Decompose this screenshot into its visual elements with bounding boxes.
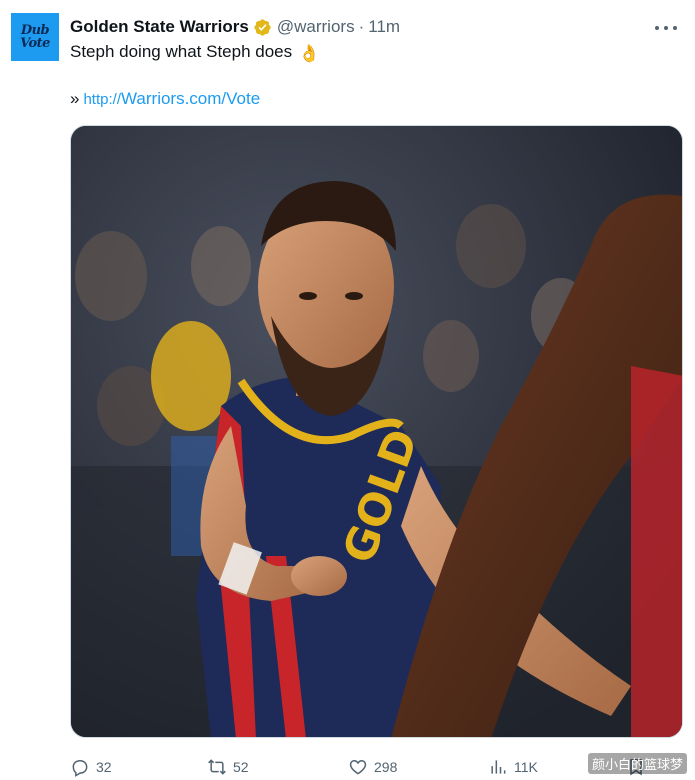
ok-hand-emoji: 👌 — [298, 44, 321, 63]
like-button[interactable]: 298 — [348, 755, 397, 779]
link-bullet: » — [70, 89, 80, 108]
retweet-button[interactable]: 52 — [207, 755, 249, 779]
avatar[interactable]: Dub Vote — [11, 13, 59, 61]
more-options-icon[interactable] — [655, 18, 677, 38]
timestamp[interactable]: 11m — [368, 17, 400, 37]
analytics-icon — [491, 760, 506, 774]
separator-dot: · — [358, 17, 365, 36]
tweet-link-line: » http://Warriors.com/Vote — [70, 89, 260, 109]
like-count: 298 — [374, 759, 398, 775]
avatar-text-vote: Vote — [20, 36, 50, 51]
tweet-text: Steph doing what Steph does 👌 — [70, 42, 320, 64]
verified-badge-icon — [254, 18, 271, 36]
link-url[interactable]: Warriors.com/Vote — [121, 89, 260, 108]
reply-count: 32 — [96, 759, 112, 775]
author-name[interactable]: Golden State Warriors — [70, 17, 249, 37]
tweet-card[interactable]: Dub Vote Golden State Warriors @warriors… — [0, 0, 695, 780]
retweet-icon — [208, 759, 226, 775]
tweet-media-photo[interactable]: GOLD — [70, 125, 683, 738]
link-protocol[interactable]: http:// — [83, 91, 121, 108]
heart-icon — [349, 759, 367, 775]
watermark-text: 颜小白的篮球梦 — [587, 753, 687, 774]
reply-button[interactable]: 32 — [70, 755, 112, 779]
views-count: 11K — [514, 759, 538, 775]
tweet-header: Golden State Warriors @warriors · 11m — [70, 16, 400, 38]
tweet-text-body: Steph doing what Steph does — [70, 42, 293, 61]
author-handle[interactable]: @warriors — [277, 17, 355, 37]
views-button[interactable]: 11K — [488, 755, 538, 779]
reply-icon — [72, 760, 88, 777]
retweet-count: 52 — [233, 759, 249, 775]
photo-basketball-player: GOLD — [71, 126, 682, 737]
